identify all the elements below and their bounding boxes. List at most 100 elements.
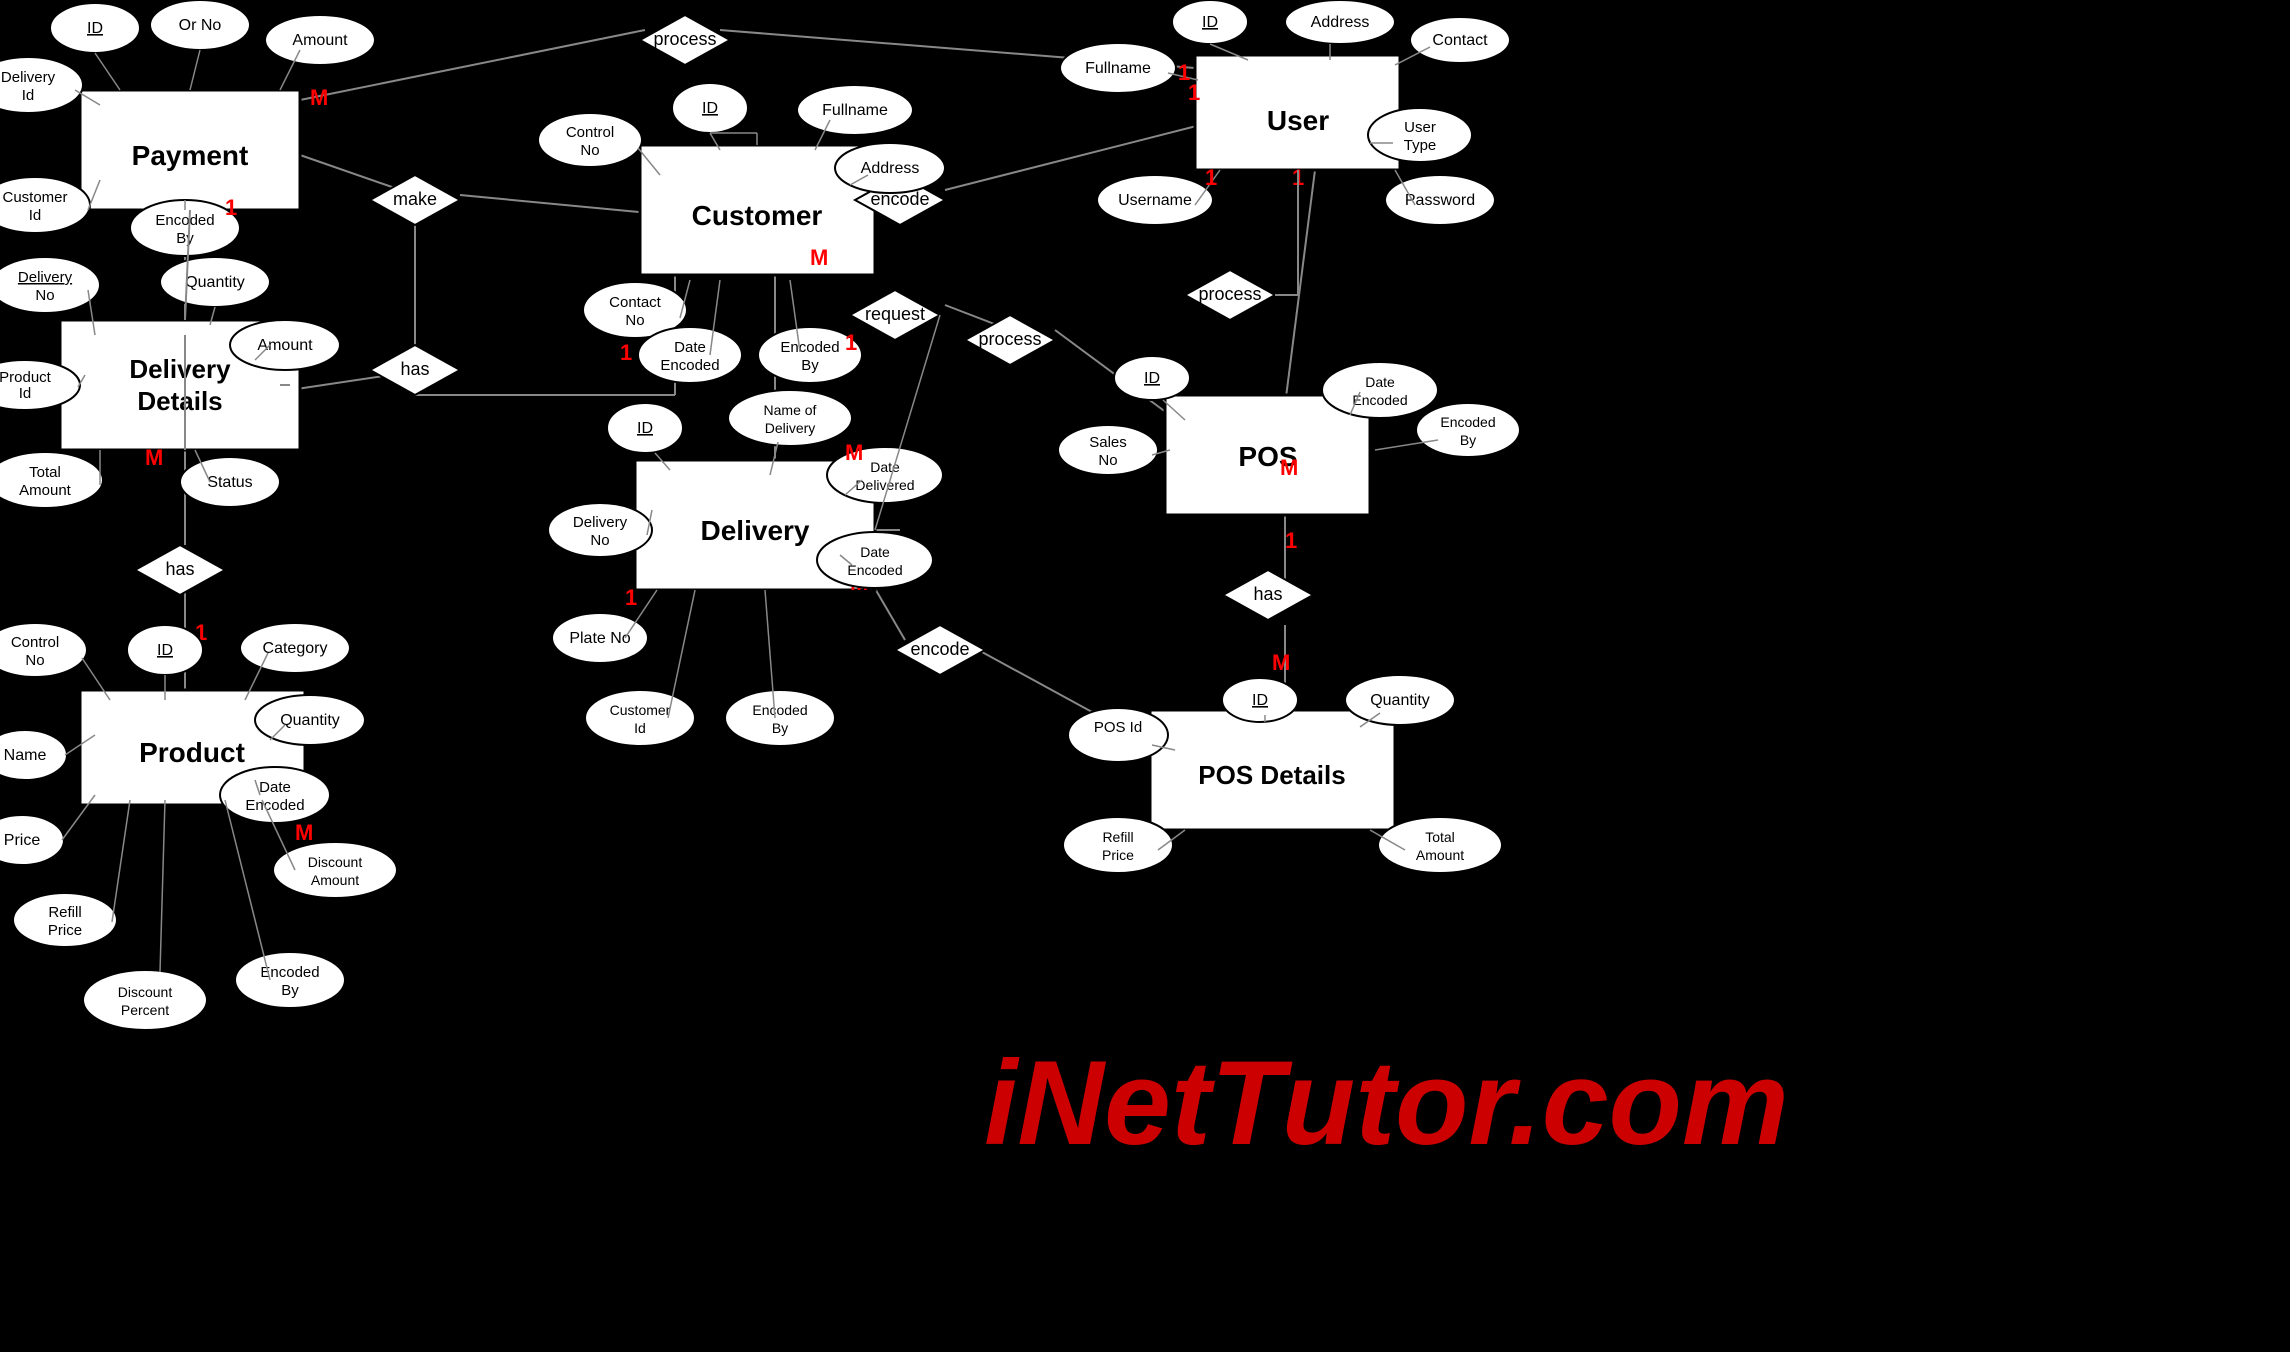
- payment-deliveryid-label2: Id: [22, 87, 35, 104]
- product-controlno-label1: Control: [11, 634, 59, 651]
- customer-encodedby-label1: Encoded: [780, 339, 839, 356]
- payment-m-cardinality: M: [310, 85, 328, 110]
- delivery-dateencoded-label1: Date: [860, 544, 890, 560]
- delivery-name-attr: [728, 390, 852, 446]
- user-contact-label: Contact: [1432, 32, 1488, 49]
- posdetails-refillprice-label2: Price: [1102, 847, 1134, 863]
- dd-deliveryno-label1: Delivery: [18, 269, 73, 286]
- encode2-label: encode: [910, 639, 969, 659]
- payment-customerid-label2: Id: [29, 207, 42, 224]
- product-quantity-label: Quantity: [280, 712, 340, 729]
- user-fullname-label: Fullname: [1085, 60, 1151, 77]
- posdetails-id-label: ID: [1252, 692, 1268, 709]
- customer-m-cardinality: M: [810, 245, 828, 270]
- payment-amount-label: Amount: [292, 32, 348, 49]
- delivery-name-label1: Name of: [764, 402, 817, 418]
- product-label: Product: [139, 737, 245, 768]
- product-discountamount-label2: Amount: [311, 872, 359, 888]
- customer-encodedby-label2: By: [801, 357, 819, 374]
- pos-dateencoded-label2: Encoded: [1352, 392, 1407, 408]
- product-price-label: Price: [4, 832, 41, 849]
- user-label: User: [1267, 105, 1329, 136]
- payment-encodedby-cardinality: 1: [225, 195, 237, 220]
- has3-label: has: [1253, 584, 1282, 604]
- delivery-deliveryno-label1: Delivery: [573, 514, 628, 531]
- delivery-id-label: ID: [637, 420, 653, 437]
- pos-salesno-label2: No: [1098, 452, 1117, 469]
- posdetails-refillprice-label1: Refill: [1102, 829, 1133, 845]
- product-discountpercent-attr: [83, 970, 207, 1030]
- product-discountpercent-label1: Discount: [118, 984, 173, 1000]
- product-dateencoded-label1: Date: [259, 779, 291, 796]
- delivery-details-label2: Details: [137, 386, 222, 416]
- customer-controlno-label2: No: [580, 142, 599, 159]
- customer-controlno-label1: Control: [566, 124, 614, 141]
- product-dateencoded-label2: Encoded: [245, 797, 304, 814]
- request-label: request: [865, 304, 925, 324]
- delivery-customerid-label1: Customer: [610, 702, 671, 718]
- user-usertype-label1: User: [1404, 119, 1436, 136]
- product-m-cardinality: M: [295, 820, 313, 845]
- user-username-1-cardinality: 1: [1205, 165, 1217, 190]
- pos-details-label1: POS Details: [1198, 760, 1345, 790]
- delivery-encodedby-label2: By: [772, 720, 788, 736]
- process3-label: process: [1198, 284, 1261, 304]
- payment-deliveryid-label1: Delivery: [1, 69, 56, 86]
- dd-amount-label: Amount: [257, 337, 313, 354]
- product-id-label: ID: [157, 642, 173, 659]
- customer-dateencoded-label2: Encoded: [660, 357, 719, 374]
- user-username-label: Username: [1118, 192, 1192, 209]
- er-diagram: Payment Delivery Details Product Custome…: [0, 0, 2290, 1352]
- user-address-label: Address: [1311, 14, 1370, 31]
- delivery-1-cardinality: 1: [625, 585, 637, 610]
- product-refillprice-label1: Refill: [48, 904, 81, 921]
- pos-salesno-label1: Sales: [1089, 434, 1127, 451]
- delivery-encodedby-attr: [725, 690, 835, 746]
- customer-contactno-label2: No: [625, 312, 644, 329]
- payment-orno-label: Or No: [179, 17, 222, 34]
- delivery-datedelivered-label2: Delivered: [855, 477, 914, 493]
- pos-dateencoded-label1: Date: [1365, 374, 1395, 390]
- delivery-plateno-label: Plate No: [569, 630, 630, 647]
- pos-m-cardinality: M: [1280, 455, 1298, 480]
- user-id-label: ID: [1202, 14, 1218, 31]
- product-refillprice-label2: Price: [48, 922, 82, 939]
- product-name-label: Name: [4, 747, 47, 764]
- product-discountamount-label1: Discount: [308, 854, 363, 870]
- dd-quantity-label: Quantity: [185, 274, 245, 291]
- delivery-details-label1: Delivery: [129, 354, 231, 384]
- pos-id-label: ID: [1144, 370, 1160, 387]
- product-encodedby-label2: By: [281, 982, 299, 999]
- has2-label: has: [165, 559, 194, 579]
- payment-encodedby-label1: Encoded: [155, 212, 214, 229]
- payment-customerid-label1: Customer: [2, 189, 67, 206]
- dd-deliveryno-label2: No: [35, 287, 54, 304]
- delivery-dateencoded-attr: [817, 532, 933, 588]
- product-discountamount-attr: [273, 842, 397, 898]
- dd-totalamount-label2: Amount: [19, 482, 72, 499]
- customer-encodedby-1-cardinality: 1: [845, 330, 857, 355]
- customer-fullname-label: Fullname: [822, 102, 888, 119]
- pos-encodedby-label1: Encoded: [1440, 414, 1495, 430]
- pos-has-1-cardinality: 1: [1285, 528, 1297, 553]
- payment-id-label: ID: [87, 20, 103, 37]
- delivery-deliveryno-label2: No: [590, 532, 609, 549]
- user-1-cardinality: 1: [1188, 80, 1200, 105]
- customer-1-cardinality: 1: [620, 340, 632, 365]
- payment-label: Payment: [132, 140, 249, 171]
- customer-id-label: ID: [702, 100, 718, 117]
- process1-label: process: [653, 29, 716, 49]
- dd-productid-label1: Product: [0, 369, 52, 386]
- dd-productid-label2: Id: [19, 385, 32, 402]
- delivery-dateencoded-label2: Encoded: [847, 562, 902, 578]
- user-password-label: Password: [1405, 192, 1475, 209]
- has1-label: has: [400, 359, 429, 379]
- user-usertype-label2: Type: [1404, 137, 1437, 154]
- customer-contactno-label1: Contact: [609, 294, 662, 311]
- dd-status-label: Status: [207, 474, 252, 491]
- posdetails-totalamount-label1: Total: [1425, 829, 1455, 845]
- deliverydetails-m-cardinality: M: [145, 445, 163, 470]
- payment-encodedby-label2: By: [176, 230, 194, 247]
- customer-dateencoded-label1: Date: [674, 339, 706, 356]
- posdetails-posid-label1: POS Id: [1094, 719, 1142, 736]
